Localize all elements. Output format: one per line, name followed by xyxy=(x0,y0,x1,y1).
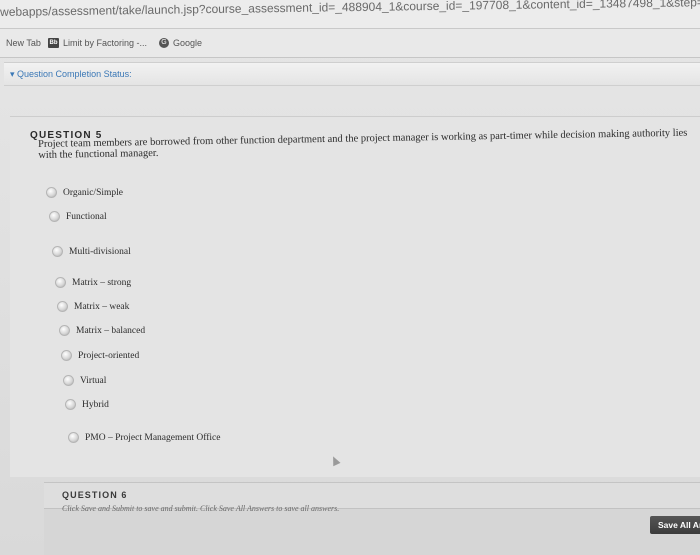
question-completion-status-bar: ▾ Question Completion Status: xyxy=(4,62,700,86)
url-text[interactable]: webapps/assessment/take/launch.jsp?cours… xyxy=(0,0,700,19)
option-label: Multi-divisional xyxy=(69,246,131,257)
blackboard-icon: Bb xyxy=(48,38,59,48)
bookmark-new-tab[interactable]: New Tab xyxy=(6,38,41,48)
address-bar[interactable]: webapps/assessment/take/launch.jsp?cours… xyxy=(0,0,700,29)
submission-footer xyxy=(44,508,700,555)
radio-button[interactable] xyxy=(59,325,70,336)
option-functional[interactable]: Functional xyxy=(49,211,107,222)
option-matrix-balanced[interactable]: Matrix – balanced xyxy=(59,325,145,336)
radio-button[interactable] xyxy=(68,432,79,443)
bookmark-label: New Tab xyxy=(6,38,41,48)
radio-button[interactable] xyxy=(57,301,68,312)
option-label: Functional xyxy=(66,211,107,222)
radio-button[interactable] xyxy=(52,246,63,257)
option-label: Matrix – strong xyxy=(72,277,132,288)
radio-button[interactable] xyxy=(63,375,74,386)
option-label: Matrix – weak xyxy=(74,301,130,312)
option-label: Virtual xyxy=(80,375,107,386)
bookmarks-bar: New Tab Bb Limit by Factoring -... G Goo… xyxy=(0,29,700,58)
option-matrix-weak[interactable]: Matrix – weak xyxy=(57,301,129,312)
option-label: Hybrid xyxy=(82,399,109,410)
option-multi-divisional[interactable]: Multi-divisional xyxy=(52,246,131,257)
radio-button[interactable] xyxy=(49,211,60,222)
question-completion-status-toggle[interactable]: ▾ Question Completion Status: xyxy=(10,69,132,80)
bookmark-google[interactable]: G Google xyxy=(159,38,202,48)
option-label: Project-oriented xyxy=(78,350,140,361)
option-hybrid[interactable]: Hybrid xyxy=(65,399,109,410)
option-label: PMO – Project Management Office xyxy=(85,432,221,443)
option-virtual[interactable]: Virtual xyxy=(63,375,106,386)
bookmark-limit-by-factoring[interactable]: Bb Limit by Factoring -... xyxy=(48,38,147,48)
google-icon: G xyxy=(159,38,169,48)
option-pmo[interactable]: PMO – Project Management Office xyxy=(68,432,220,443)
option-organic-simple[interactable]: Organic/Simple xyxy=(46,187,123,198)
radio-button[interactable] xyxy=(46,187,57,198)
status-toggle-label: Question Completion Status: xyxy=(17,69,132,79)
radio-button[interactable] xyxy=(55,277,66,288)
browser-screen: webapps/assessment/take/launch.jsp?cours… xyxy=(0,0,700,555)
option-label: Matrix – balanced xyxy=(76,325,146,336)
radio-button[interactable] xyxy=(61,350,72,361)
next-question-title: QUESTION 6 xyxy=(62,490,128,500)
save-instructions: Click Save and Submit to save and submit… xyxy=(62,504,340,513)
option-project-oriented[interactable]: Project-oriented xyxy=(61,350,139,361)
option-label: Organic/Simple xyxy=(63,187,123,198)
question-panel xyxy=(10,116,700,477)
bookmark-label: Limit by Factoring -... xyxy=(63,38,148,48)
radio-button[interactable] xyxy=(65,399,76,410)
option-matrix-strong[interactable]: Matrix – strong xyxy=(55,277,131,288)
bookmark-label: Google xyxy=(173,38,203,48)
save-all-answers-button[interactable]: Save All Answers xyxy=(650,516,700,534)
